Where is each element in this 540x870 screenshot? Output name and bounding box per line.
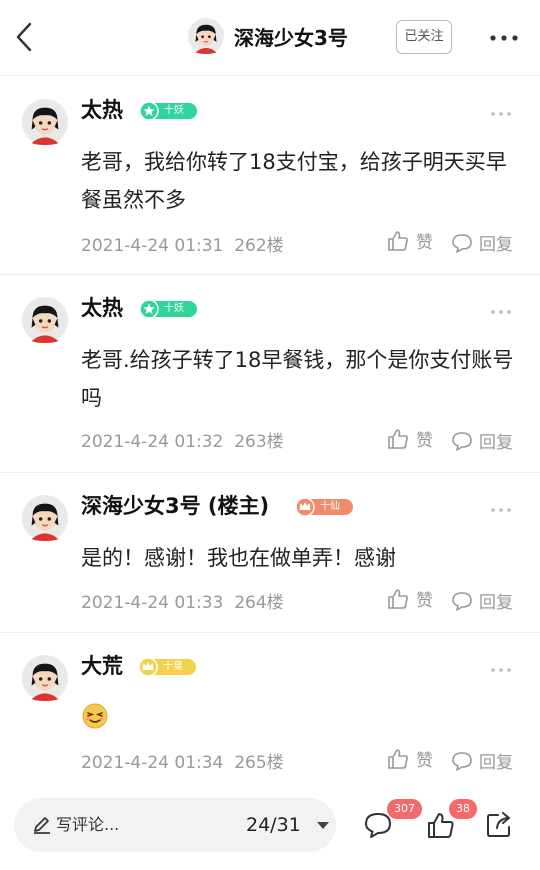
badge-text: 十妖 bbox=[164, 303, 184, 314]
author-name[interactable]: 深海少女3号 (楼主) bbox=[81, 491, 269, 521]
avatar[interactable] bbox=[21, 98, 69, 149]
post-time: 2021-4-24 01:31 bbox=[81, 236, 224, 256]
bottom-bar: 写评论... 24/31 307 38 bbox=[0, 790, 540, 870]
comment-icon bbox=[452, 431, 472, 451]
post-meta: 2021-4-24 01:32 263楼 bbox=[81, 427, 284, 452]
like-label: 赞 bbox=[416, 591, 433, 611]
owner-avatar[interactable] bbox=[187, 17, 225, 58]
author-name[interactable]: 太热 bbox=[81, 95, 123, 125]
floor-number: 263楼 bbox=[234, 432, 284, 452]
reply-post: 太热 十妖 老哥.给孩子转了18早餐钱，那个是你支付账号吗 2021-4-24 … bbox=[0, 275, 540, 473]
like-button[interactable]: 赞 bbox=[386, 586, 433, 611]
page-indicator[interactable]: 24/31 bbox=[246, 813, 301, 837]
write-comment-label: 写评论... bbox=[56, 815, 120, 834]
comment-icon bbox=[452, 751, 472, 771]
badge-text: 十仙 bbox=[320, 501, 340, 512]
thumb-up-icon bbox=[388, 428, 408, 449]
pen-icon bbox=[34, 817, 50, 834]
level-badge: 十妖 bbox=[139, 299, 197, 319]
comment-count-badge: 307 bbox=[387, 799, 422, 819]
level-badge: 十仙 bbox=[295, 497, 353, 517]
post-content: 老哥，我给你转了18支付宝，给孩子明天买早餐虽然不多 bbox=[81, 150, 507, 212]
level-badge: 十妖 bbox=[139, 101, 197, 121]
smirk-emoji bbox=[82, 703, 108, 733]
top-bar: 深海少女3号 已关注 bbox=[0, 0, 540, 76]
post-meta: 2021-4-24 01:31 262楼 bbox=[81, 231, 284, 256]
post-content: 老哥.给孩子转了18早餐钱，那个是你支付账号吗 bbox=[81, 348, 514, 410]
caret-down-icon[interactable] bbox=[316, 821, 330, 830]
like-button[interactable]: 赞 bbox=[386, 228, 433, 253]
floor-number: 264楼 bbox=[234, 593, 284, 613]
reply-label: 回复 bbox=[479, 753, 513, 773]
author-name[interactable]: 太热 bbox=[81, 293, 123, 323]
avatar[interactable] bbox=[21, 296, 69, 347]
reply-label: 回复 bbox=[479, 593, 513, 613]
badge-text: 十皇 bbox=[163, 661, 183, 672]
reply-post: 太热 十妖 老哥，我给你转了18支付宝，给孩子明天买早餐虽然不多 2021-4-… bbox=[0, 77, 540, 275]
post-time: 2021-4-24 01:33 bbox=[81, 593, 224, 613]
follow-button[interactable]: 已关注 bbox=[396, 20, 452, 54]
comment-icon bbox=[452, 591, 472, 611]
reply-button[interactable]: 回复 bbox=[451, 748, 513, 773]
thumb-up-icon bbox=[388, 588, 408, 609]
avatar[interactable] bbox=[21, 654, 69, 705]
like-count-badge: 38 bbox=[449, 799, 477, 819]
back-icon[interactable] bbox=[10, 20, 40, 54]
like-label: 赞 bbox=[416, 233, 433, 253]
avatar[interactable] bbox=[21, 494, 69, 545]
like-label: 赞 bbox=[416, 751, 433, 771]
thread-owner-name[interactable]: 深海少女3号 bbox=[234, 22, 348, 54]
post-time: 2021-4-24 01:34 bbox=[81, 753, 224, 773]
reply-button[interactable]: 回复 bbox=[451, 230, 513, 255]
reply-label: 回复 bbox=[479, 235, 513, 255]
floor-number: 265楼 bbox=[234, 753, 284, 773]
badge-text: 十妖 bbox=[164, 105, 184, 116]
author-name[interactable]: 大荒 bbox=[81, 651, 123, 681]
more-icon[interactable] bbox=[488, 30, 520, 44]
post-meta: 2021-4-24 01:33 264楼 bbox=[81, 588, 284, 613]
reply-post: 深海少女3号 (楼主) 十仙 是的！感谢！我也在做单弄！感谢 2021-4-24… bbox=[0, 473, 540, 633]
more-icon[interactable] bbox=[490, 103, 512, 116]
more-icon[interactable] bbox=[490, 659, 512, 672]
like-button[interactable]: 赞 bbox=[386, 746, 433, 771]
like-label: 赞 bbox=[416, 431, 433, 451]
more-icon[interactable] bbox=[490, 301, 512, 314]
post-time: 2021-4-24 01:32 bbox=[81, 432, 224, 452]
like-button[interactable]: 赞 bbox=[386, 426, 433, 451]
thumb-up-icon bbox=[388, 230, 408, 251]
reply-post: 大荒 十皇 2021-4-24 01:34 265楼 赞 回复 bbox=[0, 633, 540, 790]
reply-button[interactable]: 回复 bbox=[451, 428, 513, 453]
reply-label: 回复 bbox=[479, 433, 513, 453]
reply-button[interactable]: 回复 bbox=[451, 588, 513, 613]
post-meta: 2021-4-24 01:34 265楼 bbox=[81, 748, 284, 773]
comment-input[interactable]: 写评论... 24/31 bbox=[14, 798, 336, 852]
floor-number: 262楼 bbox=[234, 236, 284, 256]
thumb-up-icon bbox=[388, 748, 408, 769]
post-content: 是的！感谢！我也在做单弄！感谢 bbox=[81, 546, 396, 570]
level-badge: 十皇 bbox=[138, 657, 196, 677]
more-icon[interactable] bbox=[490, 499, 512, 512]
share-icon[interactable] bbox=[484, 810, 514, 844]
comment-icon bbox=[452, 233, 472, 253]
